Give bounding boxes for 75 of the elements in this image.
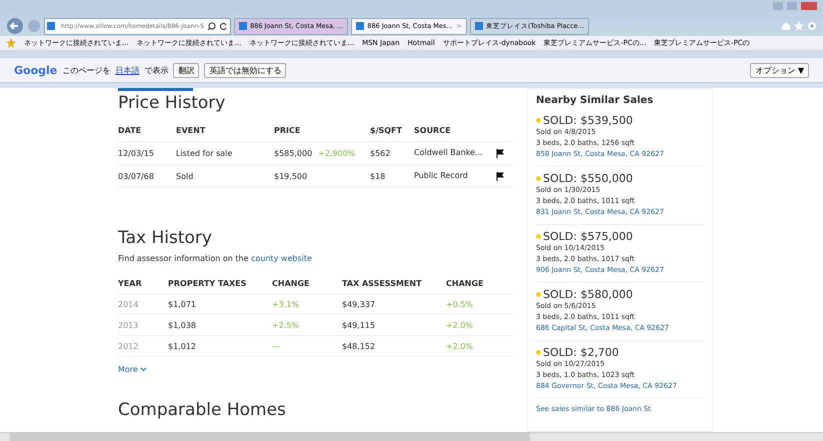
sold-price: SOLD: $550,000 bbox=[543, 172, 633, 185]
flag-icon[interactable] bbox=[496, 172, 504, 180]
column-header: $/SQFT bbox=[370, 126, 403, 134]
close-icon[interactable] bbox=[801, 2, 817, 10]
status-dot bbox=[536, 292, 541, 297]
table-cell-text: Listed for sale bbox=[176, 148, 234, 158]
section-title: Price History bbox=[118, 93, 226, 113]
column-header: SOURCE bbox=[414, 126, 452, 134]
language-dropdown[interactable]: 日本語 bbox=[115, 64, 140, 76]
price-change: +2,900% bbox=[318, 148, 356, 158]
status-dot bbox=[536, 118, 541, 123]
options-button[interactable]: オプション ▼ bbox=[750, 62, 809, 78]
table-cell-text: 12/03/15 bbox=[118, 148, 155, 158]
sold-price: SOLD: $580,000 bbox=[543, 288, 633, 301]
status-dot bbox=[536, 234, 541, 239]
star-icon[interactable] bbox=[794, 21, 804, 31]
forward-icon[interactable] bbox=[27, 19, 41, 33]
table-cell-text: $49,115 bbox=[342, 320, 376, 330]
home-icon[interactable] bbox=[781, 21, 791, 31]
column-header: EVENT bbox=[176, 126, 206, 134]
more-link[interactable]: More bbox=[118, 365, 148, 374]
table-cell-text: Coldwell Banke... bbox=[414, 147, 484, 159]
table-cell-text: +0.5% bbox=[446, 300, 474, 308]
table-cell-text: $562 bbox=[370, 148, 392, 158]
back-icon[interactable] bbox=[6, 17, 24, 35]
column-header: CHANGE bbox=[446, 278, 484, 288]
table-cell-text: $49,337 bbox=[342, 300, 376, 308]
table-cell-text: +2.5% bbox=[272, 320, 300, 330]
table-cell: $585,000 bbox=[274, 148, 312, 158]
column-header: PRICE bbox=[274, 126, 302, 134]
table-cell-text: +3.1% bbox=[272, 300, 300, 308]
translate-button[interactable]: 翻訳 bbox=[173, 62, 200, 78]
table-cell-text: +2.0% bbox=[446, 320, 474, 330]
table-cell-text: $1,071 bbox=[168, 300, 197, 308]
table-cell-text: $1,012 bbox=[168, 342, 197, 350]
google-logo: Google bbox=[14, 64, 58, 76]
minimize-icon[interactable] bbox=[773, 2, 783, 10]
refresh-icon[interactable] bbox=[219, 22, 228, 30]
table-cell-text: — bbox=[272, 342, 281, 350]
table-cell-text: 2012 bbox=[118, 342, 140, 350]
sold-price: SOLD: $2,700 bbox=[543, 346, 619, 359]
sold-price: SOLD: $539,500 bbox=[543, 114, 633, 127]
table-cell-text: 03/07/68 bbox=[118, 172, 155, 180]
chevron-icon bbox=[140, 367, 148, 372]
search-icon bbox=[207, 22, 216, 30]
translate-prompt: このページを bbox=[62, 64, 110, 76]
favorites-icon[interactable] bbox=[6, 38, 16, 48]
assessor-note: Find assessor information on the county website bbox=[118, 254, 313, 263]
column-header: YEAR bbox=[118, 278, 143, 288]
table-cell: $19,500 bbox=[274, 172, 308, 180]
status-dot bbox=[536, 350, 541, 355]
section-title: Tax History bbox=[118, 228, 213, 248]
table-cell-text: +2.0% bbox=[446, 342, 474, 350]
table-cell-text: $1,038 bbox=[168, 320, 197, 330]
sold-price: SOLD: $575,000 bbox=[543, 230, 633, 243]
table-cell-text: $18 bbox=[370, 172, 386, 180]
table-cell-text: $48,152 bbox=[342, 342, 376, 350]
table-cell-text: 2014 bbox=[118, 300, 140, 308]
settings-icon[interactable] bbox=[807, 21, 817, 31]
table-cell-text: Sold bbox=[176, 172, 194, 180]
never-translate-button[interactable]: 英語では無効にする bbox=[204, 62, 286, 78]
translate-prompt: で表示 bbox=[144, 64, 168, 76]
county-website-link[interactable]: county website bbox=[251, 254, 312, 263]
table-cell-text: Public Record bbox=[414, 170, 469, 182]
section-title: Comparable Homes bbox=[118, 400, 287, 420]
column-header: PROPERTY TAXES bbox=[168, 278, 248, 288]
restore-icon[interactable] bbox=[787, 2, 797, 10]
status-dot bbox=[536, 176, 541, 181]
column-header: TAX ASSESSMENT bbox=[342, 278, 423, 288]
table-cell-text: 2013 bbox=[118, 320, 140, 330]
flag-icon[interactable] bbox=[496, 148, 504, 158]
column-header: DATE bbox=[118, 126, 142, 134]
horizontal-scrollbar[interactable] bbox=[0, 432, 823, 441]
sidebar-title: Nearby Similar Sales bbox=[536, 95, 654, 106]
column-header: CHANGE bbox=[272, 278, 310, 288]
